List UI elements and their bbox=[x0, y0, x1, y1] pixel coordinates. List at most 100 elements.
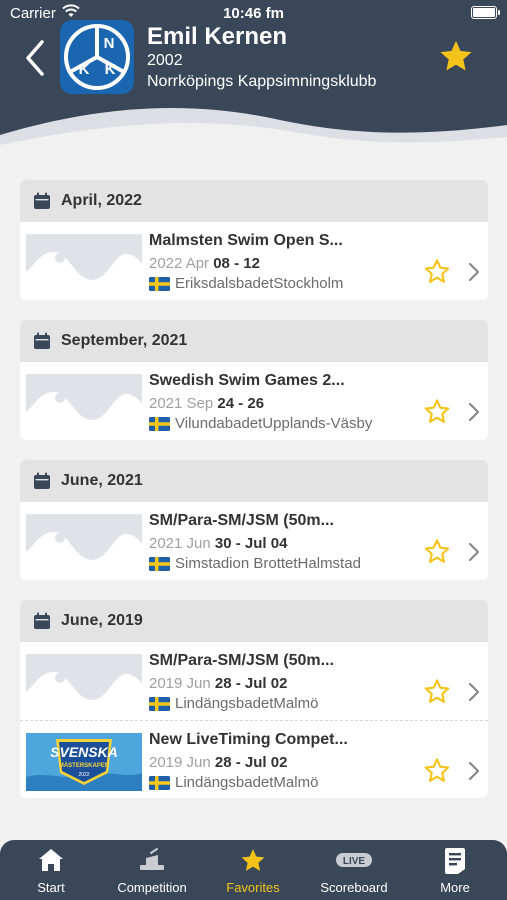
month-header: June, 2019 bbox=[20, 600, 488, 642]
image-placeholder-icon bbox=[26, 392, 142, 432]
tab-favorites[interactable]: Favorites bbox=[203, 840, 303, 900]
venue-label: EriksdalsbadetStockholm bbox=[175, 275, 344, 292]
month-group: September, 2021 Swedish Swim Games 2... … bbox=[20, 320, 488, 440]
month-group: June, 2021 SM/Para-SM/JSM (50m... 2021 J… bbox=[20, 460, 488, 580]
tab-start[interactable]: Start bbox=[1, 840, 101, 900]
calendar-icon bbox=[34, 192, 50, 209]
venue-label: LindängsbadetMalmö bbox=[175, 695, 319, 712]
favorite-star-outline-icon[interactable] bbox=[423, 398, 451, 426]
date-prefix: 2022 Apr bbox=[149, 255, 214, 272]
live-icon: LIVE bbox=[336, 853, 372, 867]
chevron-right-icon bbox=[468, 682, 480, 702]
star-icon bbox=[241, 849, 265, 871]
tab-bar: Start Competition Favorites LIVE Scorebo… bbox=[0, 840, 507, 900]
competition-logo-thumbnail: SVENSKA MÄSTERSKAPEN 2022 bbox=[26, 733, 142, 791]
calendar-icon bbox=[34, 332, 50, 349]
calendar-icon bbox=[34, 612, 50, 629]
favorite-star-outline-icon[interactable] bbox=[423, 258, 451, 286]
date-range: 28 - Jul 02 bbox=[214, 754, 288, 771]
date-range: 08 - 12 bbox=[213, 255, 260, 272]
tab-label: Favorites bbox=[226, 880, 280, 895]
sweden-flag-icon bbox=[149, 276, 170, 291]
logo-line-1: SVENSKA bbox=[50, 744, 118, 760]
back-chevron-icon[interactable] bbox=[22, 38, 52, 78]
image-placeholder bbox=[26, 374, 142, 432]
logo-line-2: MÄSTERSKAPEN bbox=[59, 762, 109, 769]
tab-label: Competition bbox=[117, 880, 187, 895]
competition-venue: LindängsbadetMalmö bbox=[149, 774, 318, 791]
month-header: June, 2021 bbox=[20, 460, 488, 502]
competition-title: SM/Para-SM/JSM (50m... bbox=[149, 512, 334, 529]
home-icon bbox=[39, 849, 63, 871]
competition-venue: EriksdalsbadetStockholm bbox=[149, 275, 343, 292]
favorite-athlete-star-icon[interactable] bbox=[437, 38, 475, 76]
image-placeholder bbox=[26, 654, 142, 712]
logo-letter-k1: K bbox=[79, 61, 90, 78]
competition-dates: 2021 Sep 24 - 26 bbox=[149, 395, 264, 412]
sweden-flag-icon bbox=[149, 775, 170, 790]
competition-row[interactable]: Swedish Swim Games 2... 2021 Sep 24 - 26… bbox=[20, 362, 488, 440]
month-label: September, 2021 bbox=[61, 332, 188, 349]
competition-dates: 2021 Jun 30 - Jul 04 bbox=[149, 535, 287, 552]
competition-title: Malmsten Swim Open S... bbox=[149, 232, 343, 249]
date-range: 30 - Jul 04 bbox=[214, 535, 288, 552]
month-label: April, 2022 bbox=[61, 192, 142, 209]
image-placeholder bbox=[26, 234, 142, 292]
svenska-masterskapen-logo: SVENSKA MÄSTERSKAPEN 2022 bbox=[26, 733, 142, 791]
competition-venue: VilundabadetUpplands-Väsby bbox=[149, 415, 372, 432]
competition-title: New LiveTiming Compet... bbox=[149, 731, 348, 748]
competition-dates: 2022 Apr 08 - 12 bbox=[149, 255, 260, 272]
header-wave bbox=[0, 108, 507, 150]
image-placeholder bbox=[26, 514, 142, 572]
competition-card: Malmsten Swim Open S... 2022 Apr 08 - 12… bbox=[20, 222, 488, 300]
athlete-birth-year: 2002 bbox=[147, 52, 183, 69]
date-range: 28 - Jul 02 bbox=[214, 675, 288, 692]
starting-block-icon bbox=[140, 848, 164, 870]
month-header: September, 2021 bbox=[20, 320, 488, 362]
date-prefix: 2021 Sep bbox=[149, 395, 218, 412]
date-range: 24 - 26 bbox=[217, 395, 265, 412]
competition-venue: Simstadion BrottetHalmstad bbox=[149, 555, 361, 572]
competition-card: SM/Para-SM/JSM (50m... 2019 Jun 28 - Jul… bbox=[20, 642, 488, 798]
club-emblem-icon: N K K bbox=[64, 24, 130, 90]
sweden-flag-icon bbox=[149, 556, 170, 571]
document-list-icon bbox=[445, 848, 465, 874]
month-group: June, 2019 SM/Para-SM/JSM (50m... 2019 J… bbox=[20, 600, 488, 798]
chevron-right-icon bbox=[468, 761, 480, 781]
tab-label: More bbox=[440, 880, 470, 895]
month-group: April, 2022 Malmsten Swim Open S... 2022… bbox=[20, 180, 488, 300]
competition-row[interactable]: SM/Para-SM/JSM (50m... 2019 Jun 28 - Jul… bbox=[20, 642, 488, 720]
profile-header: Carrier 10:46 fm N K K Emil Kernen 2002 … bbox=[0, 0, 507, 150]
competition-row[interactable]: Malmsten Swim Open S... 2022 Apr 08 - 12… bbox=[20, 222, 488, 300]
competition-dates: 2019 Jun 28 - Jul 02 bbox=[149, 754, 287, 771]
favorite-star-outline-icon[interactable] bbox=[423, 678, 451, 706]
athlete-name: Emil Kernen bbox=[147, 23, 288, 50]
chevron-right-icon bbox=[468, 262, 480, 282]
venue-label: LindängsbadetMalmö bbox=[175, 774, 319, 791]
venue-label: VilundabadetUpplands-Väsby bbox=[175, 415, 373, 432]
battery-icon bbox=[471, 6, 500, 19]
tab-scoreboard[interactable]: LIVE Scoreboard bbox=[304, 840, 404, 900]
date-prefix: 2021 Jun bbox=[149, 535, 215, 552]
favorite-star-outline-icon[interactable] bbox=[423, 538, 451, 566]
chevron-right-icon bbox=[468, 542, 480, 562]
venue-label: Simstadion BrottetHalmstad bbox=[175, 555, 361, 572]
competition-row[interactable]: SVENSKA MÄSTERSKAPEN 2022 New LiveTiming… bbox=[20, 720, 488, 798]
club-logo: N K K bbox=[60, 20, 134, 94]
favorite-star-outline-icon[interactable] bbox=[423, 757, 451, 785]
competition-card: Swedish Swim Games 2... 2021 Sep 24 - 26… bbox=[20, 362, 488, 440]
competition-title: SM/Para-SM/JSM (50m... bbox=[149, 652, 334, 669]
image-placeholder-icon bbox=[26, 672, 142, 712]
chevron-right-icon bbox=[468, 402, 480, 422]
calendar-icon bbox=[34, 472, 50, 489]
live-badge: LIVE bbox=[343, 856, 366, 867]
competition-title: Swedish Swim Games 2... bbox=[149, 372, 345, 389]
month-label: June, 2021 bbox=[61, 472, 143, 489]
tab-competition[interactable]: Competition bbox=[102, 840, 202, 900]
image-placeholder-icon bbox=[26, 532, 142, 572]
athlete-club: Norrköpings Kappsimningsklubb bbox=[147, 73, 377, 90]
image-placeholder-icon bbox=[26, 252, 142, 292]
tab-more[interactable]: More bbox=[405, 840, 505, 900]
competition-row[interactable]: SM/Para-SM/JSM (50m... 2021 Jun 30 - Jul… bbox=[20, 502, 488, 580]
competition-list: April, 2022 Malmsten Swim Open S... 2022… bbox=[20, 180, 488, 818]
